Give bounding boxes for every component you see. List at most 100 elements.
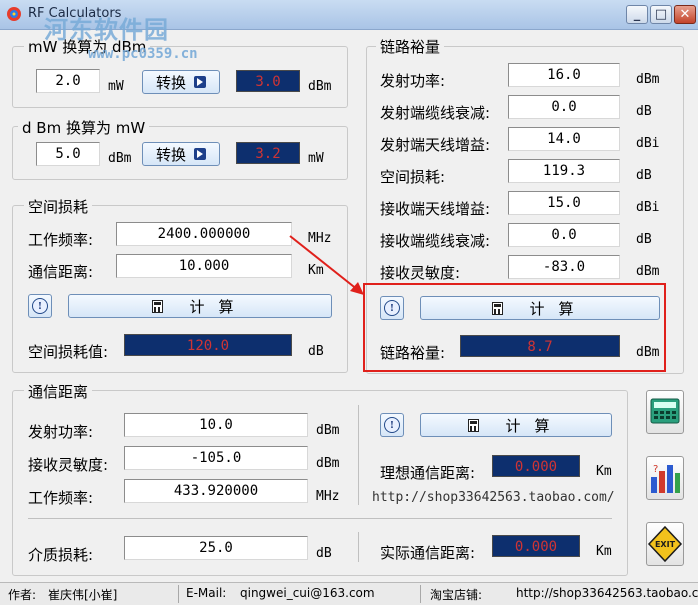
link-margin-title: 链路裕量 [376,36,445,57]
calculator-icon [468,418,480,432]
lm-rx-cable-unit: dB [636,232,652,247]
space-loss-dist-input[interactable]: 10.000 [116,254,292,278]
status-bar: 作者: 崔庆伟[小崔] E-Mail: qingwei_cui@163.com … [0,582,698,605]
author-value: 崔庆伟[小崔] [48,588,118,602]
arrow-right-icon [194,148,206,160]
mw-result: 3.2 [236,142,300,164]
dbm-input-unit: dBm [108,151,132,166]
close-button[interactable]: ✕ [674,5,696,24]
dbm-input[interactable]: 5.0 [36,142,100,166]
space-loss-title: 空间损耗 [24,196,93,217]
lm-rx-antenna-input[interactable]: 15.0 [508,191,620,215]
minimize-button[interactable]: _ [626,5,648,24]
lm-rx-sensitivity-input[interactable]: -83.0 [508,255,620,279]
annotation-arrow [289,235,364,295]
lm-space-loss-unit: dB [636,168,652,183]
calc-label: 计算 [189,297,248,316]
chart-tool-button[interactable]: ? [646,456,684,500]
calculator-tool-button[interactable] [646,390,684,434]
cd-actual-result: 0.000 [492,535,580,557]
cd-tx-unit: dBm [316,423,340,438]
cd-actual-label: 实际通信距离: [380,544,476,562]
lm-tx-power-label: 发射功率: [380,72,446,90]
cd-freq-input[interactable]: 433.920000 [124,479,308,503]
cd-freq-unit: MHz [316,489,340,504]
space-loss-result-label: 空间损耗值: [28,343,109,361]
email-value: qingwei_cui@163.com [240,586,375,600]
cd-ideal-unit: Km [596,464,612,479]
lm-rx-sensitivity-unit: dBm [636,264,660,279]
svg-text:?: ? [653,464,658,475]
lm-tx-antenna-unit: dBi [636,136,660,151]
comm-distance-help-button[interactable]: ! [380,413,404,437]
space-loss-result: 120.0 [124,334,292,356]
dbm-result-unit: dBm [308,79,332,94]
lm-rx-antenna-unit: dBi [636,200,660,215]
highlight-box [363,283,666,372]
cd-rx-label: 接收灵敏度: [28,456,109,474]
chart-tool-icon: ? [651,464,680,493]
cd-medium-input[interactable]: 25.0 [124,536,308,560]
comm-distance-title: 通信距离 [24,381,93,402]
comm-distance-calc-button[interactable]: 计算 [420,413,612,437]
lm-tx-antenna-input[interactable]: 14.0 [508,127,620,151]
mw-to-dbm-convert-button[interactable]: 转换 [142,70,220,94]
lm-tx-antenna-label: 发射端天线增益: [380,136,491,154]
lm-tx-cable-input[interactable]: 0.0 [508,95,620,119]
lm-tx-cable-label: 发射端缆线衰减: [380,104,491,122]
space-loss-help-button[interactable]: ! [28,294,52,318]
arrow-right-icon [194,76,206,88]
calc-label: 计算 [505,416,564,435]
dbm-result: 3.0 [236,70,300,92]
cd-vertical-divider-2 [358,532,359,562]
mw-result-unit: mW [308,151,324,166]
cd-actual-unit: Km [596,544,612,559]
space-loss-freq-label: 工作频率: [28,231,94,249]
help-icon: ! [384,417,400,433]
cd-tx-label: 发射功率: [28,423,94,441]
cd-ideal-result: 0.000 [492,455,580,477]
status-separator [178,585,179,603]
maximize-button[interactable]: □ [650,5,672,24]
lm-rx-cable-label: 接收端缆线衰减: [380,232,491,250]
dbm-to-mw-convert-button[interactable]: 转换 [142,142,220,166]
email-label: E-Mail: [186,586,227,600]
cd-medium-label: 介质损耗: [28,546,94,564]
calculator-tool-icon [650,398,680,424]
cd-vertical-divider [358,405,359,505]
lm-space-loss-input[interactable]: 119.3 [508,159,620,183]
lm-rx-sensitivity-label: 接收灵敏度: [380,264,461,282]
exit-button[interactable]: EXIT [646,522,684,566]
convert-label: 转换 [155,145,186,164]
shop-value: http://shop33642563.taobao.c [516,586,698,600]
svg-text:EXIT: EXIT [655,540,676,549]
lm-space-loss-label: 空间损耗: [380,168,446,186]
dbm-to-mw-title: d Bm 换算为 mW [18,117,150,138]
shop-url-link[interactable]: http://shop33642563.taobao.com/ [372,490,615,505]
cd-rx-input[interactable]: -105.0 [124,446,308,470]
convert-label: 转换 [155,73,186,92]
calculator-icon [152,299,164,313]
lm-tx-cable-unit: dB [636,104,652,119]
cd-medium-unit: dB [316,546,332,561]
watermark-url: www.pc0359.cn [88,46,198,62]
shop-label: 淘宝店铺: [430,588,483,602]
cd-freq-label: 工作频率: [28,489,94,507]
help-icon: ! [32,298,48,314]
cd-tx-input[interactable]: 10.0 [124,413,308,437]
cd-rx-unit: dBm [316,456,340,471]
space-loss-result-unit: dB [308,344,324,359]
lm-rx-antenna-label: 接收端天线增益: [380,200,491,218]
watermark-text: 河东软件园 [44,16,169,44]
lm-tx-power-input[interactable]: 16.0 [508,63,620,87]
cd-divider [28,518,612,519]
author-label: 作者: [8,588,37,602]
cd-ideal-label: 理想通信距离: [380,464,476,482]
status-separator [420,585,421,603]
exit-icon: EXIT [647,525,683,563]
lm-rx-cable-input[interactable]: 0.0 [508,223,620,247]
space-loss-freq-input[interactable]: 2400.000000 [116,222,292,246]
mw-input[interactable]: 2.0 [36,69,100,93]
space-loss-dist-label: 通信距离: [28,263,94,281]
app-logo-icon [7,7,21,21]
